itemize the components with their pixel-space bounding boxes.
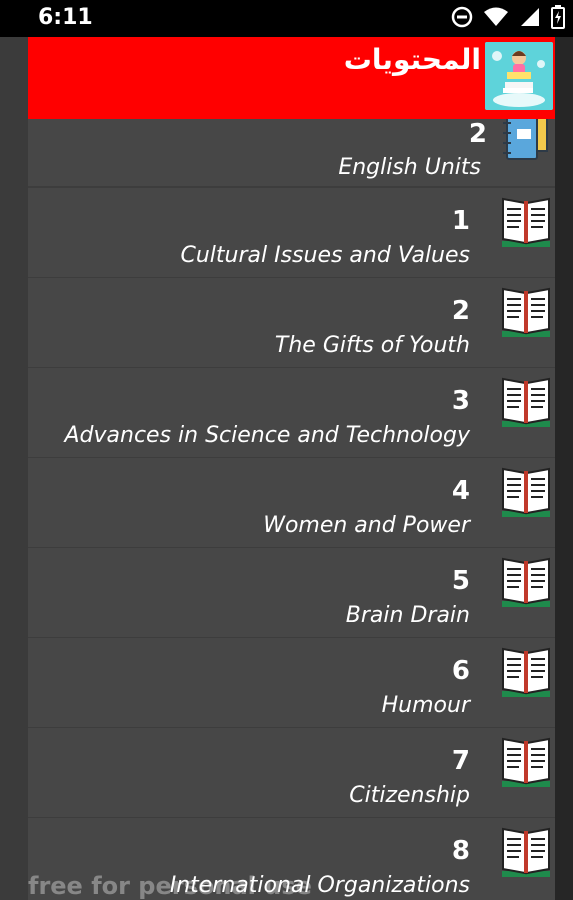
list-item-unit-2[interactable]: 2 The Gifts of Youth: [28, 277, 555, 367]
contents-header: المحتويات: [28, 37, 555, 119]
reading-child-logo: [485, 42, 553, 110]
header-title: المحتويات: [343, 43, 481, 76]
unit-number: 1: [451, 206, 470, 236]
open-book-icon: [500, 645, 552, 701]
unit-number: 2: [451, 296, 470, 326]
unit-number: 8: [451, 836, 470, 866]
signal-icon: [519, 6, 541, 28]
unit-number: 5: [451, 566, 470, 596]
list-item-unit-7[interactable]: 7 Citizenship: [28, 727, 555, 817]
unit-number: 4: [451, 476, 470, 506]
open-book-icon: [500, 285, 552, 341]
watermark: free for personal use: [28, 872, 312, 900]
open-book-icon: [500, 375, 552, 431]
unit-title: Citizenship: [349, 783, 470, 808]
unit-title: Brain Drain: [345, 603, 470, 628]
left-edge: [0, 37, 28, 900]
unit-number: 3: [451, 386, 470, 416]
contents-panel: المحتويات 2 English Units 1 Cultural Iss…: [28, 37, 555, 900]
open-book-icon: [500, 465, 552, 521]
open-book-icon: [500, 195, 552, 251]
right-edge: [555, 37, 573, 900]
wifi-icon: [483, 6, 509, 28]
unit-title: The Gifts of Youth: [274, 333, 470, 358]
unit-title: Advances in Science and Technology: [64, 423, 470, 448]
list-item-unit-5[interactable]: 5 Brain Drain: [28, 547, 555, 637]
open-book-icon: [500, 735, 552, 791]
status-icons: [451, 5, 565, 29]
list-item-unit-1[interactable]: 1 Cultural Issues and Values: [28, 187, 555, 277]
battery-charging-icon: [551, 5, 565, 29]
unit-title: Cultural Issues and Values: [180, 243, 470, 268]
list-item-unit-4[interactable]: 4 Women and Power: [28, 457, 555, 547]
do-not-disturb-icon: [451, 6, 473, 28]
status-bar: 6:11: [0, 0, 573, 37]
unit-title: Humour: [381, 693, 470, 718]
unit-number: 7: [451, 746, 470, 776]
list-item-unit-3[interactable]: 3 Advances in Science and Technology: [28, 367, 555, 457]
section-label: English Units: [338, 155, 481, 180]
unit-number: 6: [451, 656, 470, 686]
section-number: 2: [468, 119, 487, 149]
unit-title: Women and Power: [263, 513, 470, 538]
english-units-header[interactable]: 2 English Units: [28, 108, 555, 187]
list-item-unit-6[interactable]: 6 Humour: [28, 637, 555, 727]
notebook-icon: [499, 108, 553, 163]
open-book-icon: [500, 825, 552, 881]
status-time: 6:11: [38, 5, 93, 30]
open-book-icon: [500, 555, 552, 611]
